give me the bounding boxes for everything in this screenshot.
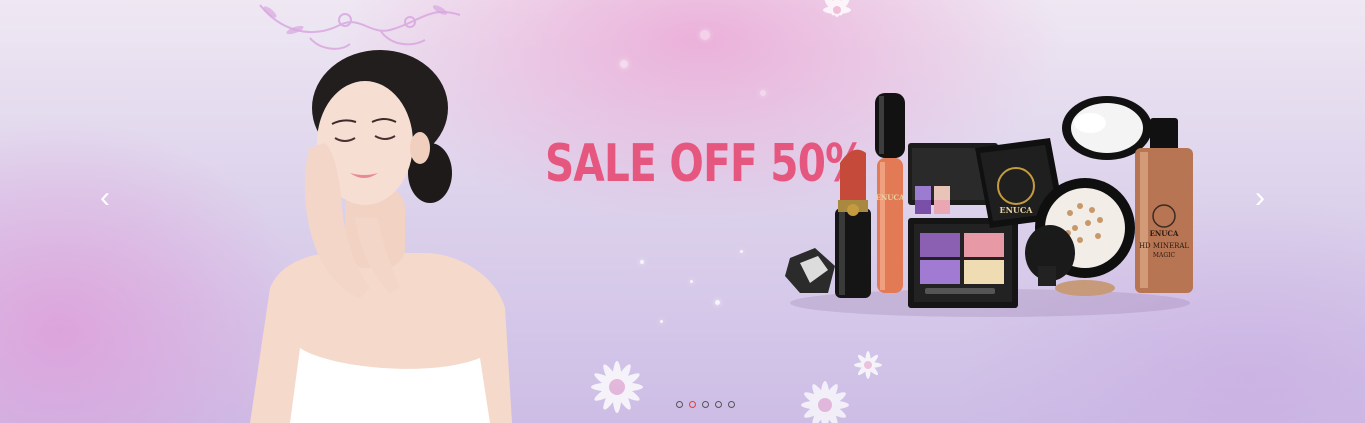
cosmetics-products-image: ENUCA ENUCA ENUCA HD MINERAL MAGIC bbox=[785, 93, 1193, 317]
sparkle-decoration bbox=[700, 30, 710, 40]
slider-dot-4[interactable] bbox=[715, 401, 722, 408]
flower-decoration bbox=[801, 381, 849, 423]
slider-pagination bbox=[676, 401, 735, 408]
chevron-left-icon: ‹ bbox=[100, 181, 110, 214]
sparkle-decoration bbox=[740, 250, 743, 253]
sparkle-decoration bbox=[690, 280, 693, 283]
brand-label: ENUCA bbox=[1000, 205, 1034, 215]
flower-decoration bbox=[591, 361, 643, 413]
promo-banner: SALE OFF 50% ENUCA ENUCA ENUCA HD MINERA… bbox=[0, 0, 1365, 423]
sparkle-decoration bbox=[640, 260, 644, 264]
slider-dot-3[interactable] bbox=[702, 401, 709, 408]
model-image bbox=[250, 50, 512, 423]
slider-dot-1[interactable] bbox=[676, 401, 683, 408]
slider-dot-2[interactable] bbox=[689, 401, 696, 408]
flower-decoration bbox=[854, 351, 882, 379]
sparkle-decoration bbox=[620, 60, 628, 68]
slider-dot-5[interactable] bbox=[728, 401, 735, 408]
flower-decoration bbox=[823, 0, 851, 17]
slider-next-button[interactable]: › bbox=[1245, 178, 1275, 218]
slider-prev-button[interactable]: ‹ bbox=[90, 178, 120, 218]
brand-label: ENUCA bbox=[1150, 229, 1179, 238]
chevron-right-icon: › bbox=[1255, 181, 1265, 214]
product-name-label: HD MINERAL bbox=[1139, 242, 1189, 250]
sale-headline: SALE OFF 50% bbox=[545, 134, 866, 194]
floral-swirl-decoration bbox=[259, 4, 461, 50]
sparkle-decoration bbox=[660, 320, 663, 323]
product-name-label: MAGIC bbox=[1153, 252, 1176, 259]
sparkle-decoration bbox=[715, 300, 720, 305]
brand-label: ENUCA bbox=[876, 193, 905, 202]
sparkle-decoration bbox=[760, 90, 766, 96]
